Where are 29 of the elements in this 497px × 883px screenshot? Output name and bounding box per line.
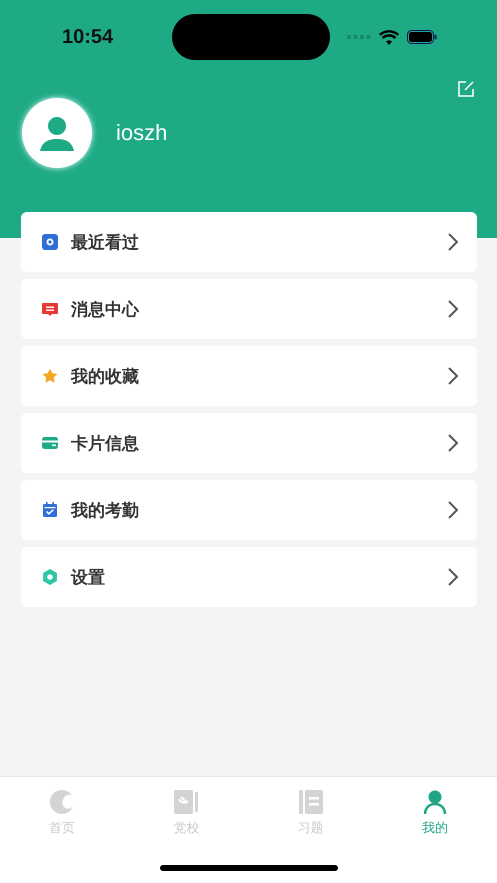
edit-icon[interactable] bbox=[457, 80, 475, 98]
chevron-right-icon bbox=[447, 299, 459, 319]
settings-icon bbox=[41, 568, 59, 586]
menu-item[interactable]: 最近看过 bbox=[21, 212, 477, 272]
menu-item[interactable]: 设置 bbox=[21, 547, 477, 607]
book-icon bbox=[173, 789, 200, 815]
menu-item[interactable]: 我的考勤 bbox=[21, 480, 477, 540]
message-icon bbox=[41, 300, 59, 318]
menu-item[interactable]: 卡片信息 bbox=[21, 413, 477, 473]
username: ioszh bbox=[116, 120, 168, 146]
battery-icon bbox=[407, 30, 437, 44]
clock-time: 10:54 bbox=[62, 26, 114, 48]
chevron-right-icon bbox=[447, 567, 459, 587]
chevron-right-icon bbox=[447, 433, 459, 453]
star-icon bbox=[41, 367, 59, 385]
chevron-right-icon bbox=[447, 232, 459, 252]
chevron-right-icon bbox=[447, 366, 459, 386]
wifi-icon bbox=[379, 30, 399, 44]
chevron-right-icon bbox=[447, 500, 459, 520]
recent-icon bbox=[41, 233, 59, 251]
card-icon bbox=[41, 434, 59, 452]
calendar-icon bbox=[41, 501, 59, 519]
menu-item[interactable]: 我的收藏 bbox=[21, 346, 477, 406]
avatar[interactable] bbox=[22, 98, 92, 168]
menu-item[interactable]: 消息中心 bbox=[21, 279, 477, 339]
list-icon bbox=[298, 789, 324, 815]
person-icon bbox=[422, 789, 448, 815]
signal-icon bbox=[347, 35, 371, 39]
home-logo-icon bbox=[49, 789, 76, 815]
